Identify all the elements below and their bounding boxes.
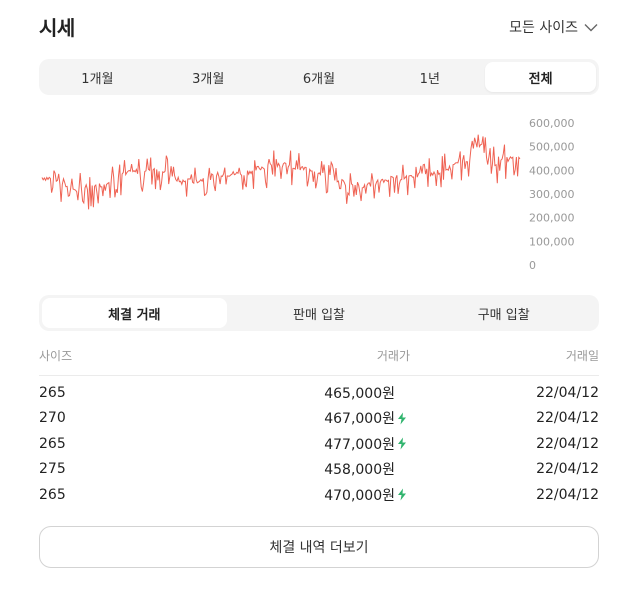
quick-delivery-icon — [396, 437, 410, 450]
table-row: 275 458,000원 22/04/12 — [39, 457, 599, 483]
table-row: 265 465,000원 22/04/12 — [39, 380, 599, 406]
y-tick-label: 300,000 — [529, 188, 575, 201]
cell-price: 465,000원 — [239, 383, 410, 403]
y-tick-label: 600,000 — [529, 117, 575, 130]
size-select-label: 모든 사이즈 — [509, 20, 578, 36]
period-tab-1m[interactable]: 1개월 — [42, 62, 153, 92]
y-tick-label: 500,000 — [529, 141, 575, 154]
tab-sell-bids[interactable]: 판매 입찰 — [227, 298, 412, 328]
size-select[interactable]: 모든 사이즈 — [509, 17, 598, 37]
y-tick-label: 200,000 — [529, 212, 575, 225]
table-row: 265 477,000원 22/04/12 — [39, 431, 599, 457]
trade-tabs: 체결 거래 판매 입찰 구매 입찰 — [39, 295, 599, 331]
chevron-down-icon — [584, 23, 598, 32]
price-chart-svg: 600,000 500,000 400,000 300,000 200,000 100,0… — [41, 117, 575, 272]
quick-delivery-icon — [396, 412, 410, 425]
price-text: 467,000원 — [324, 411, 395, 428]
table-header: 사이즈 거래가 거래일 — [39, 347, 599, 376]
price-series-line — [41, 134, 521, 210]
cell-date: 22/04/12 — [536, 384, 599, 401]
header-size: 사이즈 — [39, 349, 73, 363]
table-row: 270 467,000원 22/04/12 — [39, 406, 599, 432]
header-price: 거래가 — [376, 349, 410, 363]
price-text: 477,000원 — [324, 436, 395, 453]
cell-size: 275 — [39, 461, 66, 478]
y-tick-label: 100,000 — [529, 235, 575, 248]
quick-delivery-icon — [396, 488, 410, 501]
y-tick-label: 0 — [529, 259, 536, 272]
trade-table: 사이즈 거래가 거래일 265 465,000원 22/04/12 270 467,00… — [39, 347, 599, 508]
y-tick-label: 400,000 — [529, 164, 575, 177]
period-tab-1y[interactable]: 1년 — [374, 62, 485, 92]
cell-size: 265 — [39, 384, 66, 401]
cell-price: 458,000원 — [239, 459, 410, 479]
cell-price: 470,000원 — [239, 485, 410, 505]
page-title: 시세 — [39, 16, 75, 40]
cell-date: 22/04/12 — [536, 486, 599, 503]
cell-date: 22/04/12 — [536, 410, 599, 427]
table-body: 265 465,000원 22/04/12 270 467,000원 22/04/12 26… — [39, 376, 599, 508]
cell-date: 22/04/12 — [536, 461, 599, 478]
period-tab-3m[interactable]: 3개월 — [153, 62, 264, 92]
view-more-trades-button[interactable]: 체결 내역 더보기 — [39, 526, 599, 568]
cell-size: 265 — [39, 435, 66, 452]
cell-price: 477,000원 — [239, 434, 410, 454]
price-chart: 600,000 500,000 400,000 300,000 200,000 100,0… — [39, 110, 599, 275]
price-text: 458,000원 — [324, 462, 395, 479]
period-tabs: 1개월 3개월 6개월 1년 전체 — [39, 59, 599, 95]
period-tab-6m[interactable]: 6개월 — [264, 62, 375, 92]
tab-buy-bids[interactable]: 구매 입찰 — [411, 298, 596, 328]
header-date: 거래일 — [565, 349, 599, 363]
cell-size: 270 — [39, 410, 66, 427]
tab-completed-trades[interactable]: 체결 거래 — [42, 298, 227, 328]
price-text: 465,000원 — [324, 385, 395, 402]
cell-size: 265 — [39, 486, 66, 503]
table-row: 265 470,000원 22/04/12 — [39, 482, 599, 508]
cell-date: 22/04/12 — [536, 435, 599, 452]
cell-price: 467,000원 — [239, 408, 410, 428]
price-text: 470,000원 — [324, 487, 395, 504]
period-tab-all[interactable]: 전체 — [485, 62, 596, 92]
